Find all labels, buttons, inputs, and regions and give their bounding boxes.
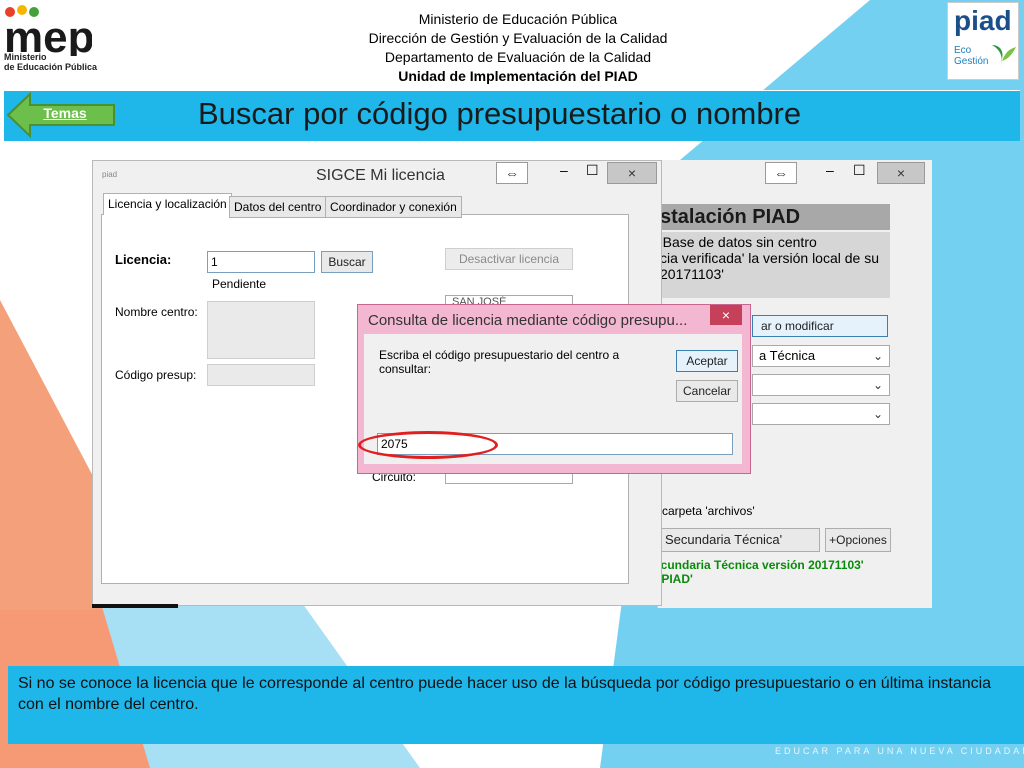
carpeta-label: carpeta 'archivos' (662, 504, 755, 518)
leaf-icon (992, 45, 1016, 67)
tipo-centro-value: a Técnica (759, 348, 816, 363)
tagline: EDUCAR PARA UNA NUEVA CIUDADANÍA (775, 746, 1024, 756)
chevron-down-icon: ⌄ (872, 378, 883, 392)
header-line-department: Departamento de Evaluación de la Calidad (384, 49, 652, 65)
tab-datos-centro[interactable]: Datos del centro (229, 196, 327, 218)
header-line-unit: Unidad de Implementación del PIAD (398, 68, 638, 84)
header-institution: Ministerio de Educación Pública Direcció… (300, 10, 736, 86)
mep-logo-subtitle: Ministerio de Educación Pública (4, 52, 97, 72)
codigo-presup-field (207, 364, 315, 386)
installer-heading-bar: stalación PIAD (660, 204, 890, 230)
aceptar-button[interactable]: Aceptar (676, 350, 738, 372)
highlight-ellipse (358, 431, 498, 459)
maximize-icon[interactable]: ☐ (853, 162, 869, 179)
installer-message-line: cia verificada' la versión local de su (660, 250, 880, 266)
licencia-status: Pendiente (212, 277, 267, 291)
licencia-label: Licencia: (115, 252, 172, 267)
tab-licencia[interactable]: Licencia y localización (103, 193, 232, 215)
buscar-button[interactable]: Buscar (321, 251, 373, 273)
minimize-icon[interactable]: – (560, 162, 574, 178)
desactivar-button[interactable]: Desactivar licencia (445, 248, 573, 270)
close-icon[interactable]: × (877, 162, 925, 184)
installer-message-line: 'Base de datos sin centro (660, 234, 817, 250)
resize-icon[interactable]: ⇔ (765, 162, 797, 184)
install-status: ecundaria Técnica versión 20171103' t\PI… (654, 558, 864, 586)
header-line-direction: Dirección de Gestión y Evaluación de la … (368, 30, 668, 46)
minimize-icon[interactable]: – (826, 162, 840, 178)
dialog-close-icon[interactable]: × (710, 305, 742, 325)
close-icon[interactable]: × (607, 162, 657, 184)
installer-heading: stalación PIAD (660, 206, 801, 228)
page-title: Buscar por código presupuestario o nombr… (198, 96, 802, 131)
secundaria-button[interactable]: Secundaria Técnica' (660, 528, 820, 552)
piad-logo-text: piad (954, 5, 1012, 36)
licencia-input[interactable]: 1 (207, 251, 315, 273)
dialog-title: Consulta de licencia mediante código pre… (368, 312, 688, 329)
cancelar-button[interactable]: Cancelar (676, 380, 738, 402)
nombre-centro-field (207, 301, 315, 359)
installer-message: 'Base de datos sin centro cia verificada… (660, 232, 890, 298)
piad-logo-sub-line: Gestión (954, 56, 989, 67)
codigo-presup-label: Código presup: (115, 368, 197, 382)
temas-link[interactable]: Temas (32, 105, 98, 121)
app-icon: piad (102, 170, 118, 179)
chevron-down-icon: ⌄ (872, 349, 883, 363)
maximize-icon[interactable]: ☐ (586, 162, 602, 179)
opciones-button[interactable]: +Opciones (825, 528, 891, 552)
resize-icon[interactable]: ⇔ (496, 162, 528, 184)
tipo-centro-select[interactable]: a Técnica ⌄ (752, 345, 890, 367)
taskbar-strip (92, 604, 178, 608)
footer-note: Si no se conoce la licencia que le corre… (18, 675, 992, 713)
install-status-line: t\PIAD' (654, 572, 693, 586)
chevron-down-icon: ⌄ (872, 407, 883, 421)
mep-logo-subtitle-line: Ministerio (4, 52, 47, 62)
mep-logo-subtitle-line: de Educación Pública (4, 62, 98, 72)
nombre-centro-label: Nombre centro: (115, 305, 198, 319)
option-select-2[interactable]: ⌄ (752, 374, 890, 396)
piad-logo: piad Eco Gestión (947, 2, 1019, 80)
window-title: SIGCE Mi licencia (316, 167, 445, 184)
install-status-line: ecundaria Técnica versión 20171103' (654, 558, 864, 572)
header-line-ministry: Ministerio de Educación Pública (418, 11, 618, 27)
piad-logo-sub-line: Eco (954, 45, 972, 56)
mep-logo-text: mep (4, 13, 92, 56)
dialog-prompt: Escriba el código presupuestario del cen… (379, 348, 620, 376)
option-select-3[interactable]: ⌄ (752, 403, 890, 425)
tab-coordinador[interactable]: Coordinador y conexión (325, 196, 462, 218)
installer-message-line: 20171103' (660, 266, 724, 282)
modify-button[interactable]: ar o modificar (752, 315, 888, 337)
